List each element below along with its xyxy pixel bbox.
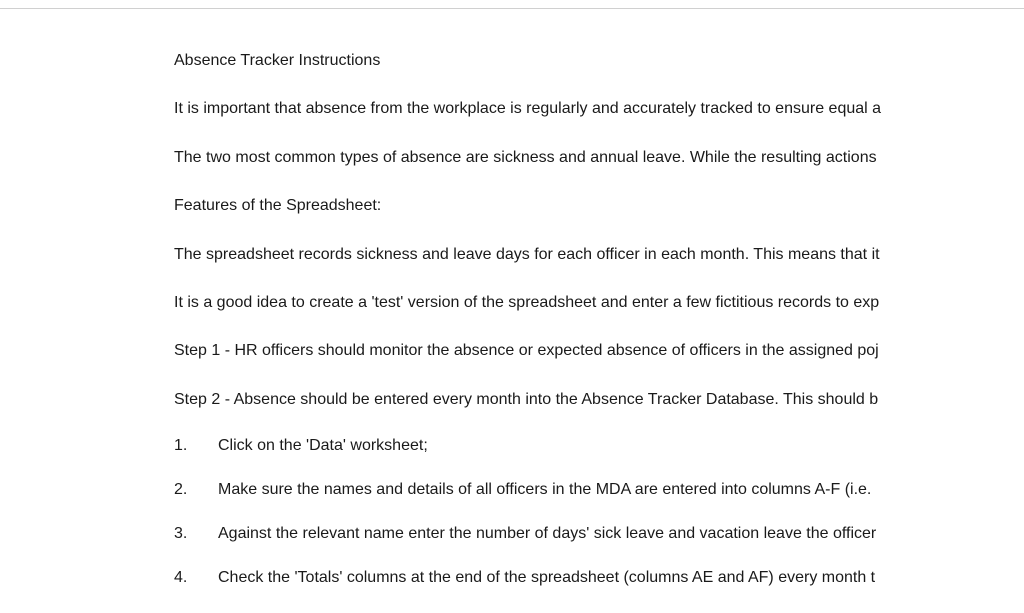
numbered-list: 1. Click on the 'Data' worksheet; 2. Mak… xyxy=(174,437,998,587)
list-item: 3. Against the relevant name enter the n… xyxy=(174,525,998,543)
paragraph: It is important that absence from the wo… xyxy=(174,98,998,120)
list-text: Make sure the names and details of all o… xyxy=(218,481,871,499)
list-number: 4. xyxy=(174,569,218,587)
list-text: Check the 'Totals' columns at the end of… xyxy=(218,569,875,587)
list-text: Against the relevant name enter the numb… xyxy=(218,525,876,543)
paragraph: It is a good idea to create a 'test' ver… xyxy=(174,292,998,314)
document-content: Absence Tracker Instructions It is impor… xyxy=(0,0,998,613)
list-item: 4. Check the 'Totals' columns at the end… xyxy=(174,569,998,587)
step-paragraph: Step 2 - Absence should be entered every… xyxy=(174,389,998,411)
list-number: 3. xyxy=(174,525,218,543)
step-paragraph: Step 1 - HR officers should monitor the … xyxy=(174,340,998,362)
paragraph: The spreadsheet records sickness and lea… xyxy=(174,244,998,266)
list-number: 2. xyxy=(174,481,218,499)
section-heading: Features of the Spreadsheet: xyxy=(174,195,998,217)
list-text: Click on the 'Data' worksheet; xyxy=(218,437,428,455)
paragraph: The two most common types of absence are… xyxy=(174,147,998,169)
document-title: Absence Tracker Instructions xyxy=(174,50,998,72)
list-number: 1. xyxy=(174,437,218,455)
list-item: 2. Make sure the names and details of al… xyxy=(174,481,998,499)
page-divider xyxy=(0,8,1024,9)
list-item: 1. Click on the 'Data' worksheet; xyxy=(174,437,998,455)
